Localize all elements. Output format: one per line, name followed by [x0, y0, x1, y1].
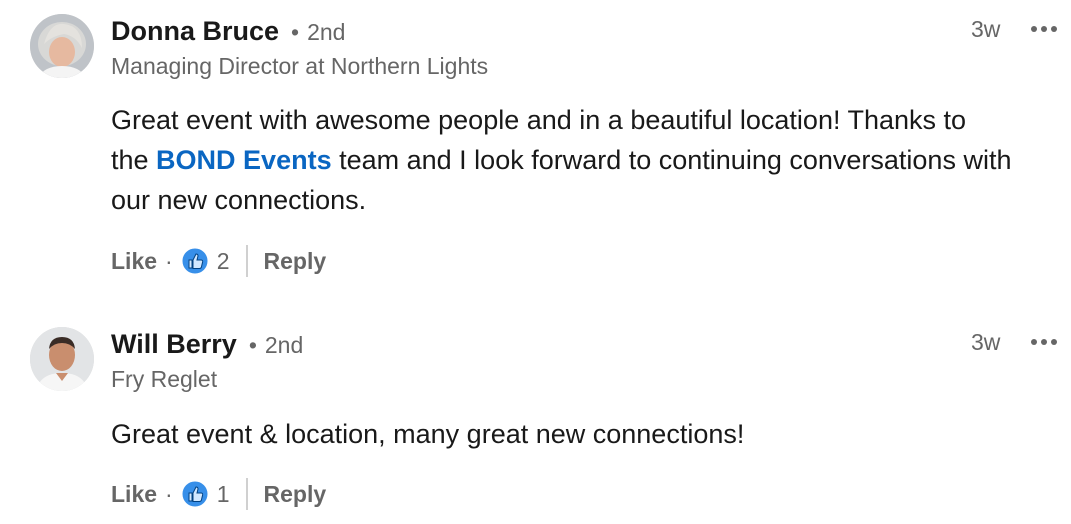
action-separator: ·: [165, 247, 173, 274]
degree-label: 2nd: [307, 19, 346, 45]
avatar-photo: [30, 327, 94, 391]
author-row: Donna Bruce • 2nd: [111, 16, 345, 47]
degree-label: 2nd: [264, 332, 304, 358]
like-button[interactable]: Like: [111, 248, 157, 275]
text-fragment: team and I look forward to continuing co…: [331, 145, 1012, 175]
reply-button[interactable]: Reply: [264, 481, 327, 508]
reaction-count[interactable]: 2: [217, 248, 230, 275]
actions-divider: [245, 478, 248, 510]
comment-text: Great event & location, many great new c…: [111, 414, 1071, 454]
connection-degree: • 2nd: [249, 332, 303, 359]
like-reaction-icon[interactable]: [181, 247, 209, 275]
avatar[interactable]: [30, 14, 94, 78]
mention-link[interactable]: BOND Events: [156, 145, 332, 175]
comment-actions: Like · 1 Reply: [111, 476, 326, 512]
reply-button[interactable]: Reply: [264, 248, 327, 275]
more-options-icon[interactable]: [1029, 18, 1059, 38]
degree-separator: •: [248, 332, 257, 358]
like-reaction-icon[interactable]: [181, 480, 209, 508]
comment-text-line: Great event & location, many great new c…: [111, 419, 745, 449]
author-headline: Managing Director at Northern Lights: [111, 53, 489, 79]
comment-actions: Like · 2 Reply: [111, 243, 326, 279]
reaction-count[interactable]: 1: [217, 481, 230, 508]
comment-time: 3w: [971, 16, 1001, 42]
comment-text-line: our new connections.: [111, 185, 367, 215]
comment-text-line: Great event with awesome people and in a…: [111, 105, 967, 135]
author-row: Will Berry • 2nd: [111, 329, 303, 360]
author-name[interactable]: Will Berry: [111, 329, 237, 360]
text-fragment: the: [111, 145, 157, 175]
author-name[interactable]: Donna Bruce: [111, 16, 279, 47]
action-separator: ·: [165, 480, 173, 507]
comment-text-line: the BOND Events team and I look forward …: [111, 140, 1071, 180]
avatar[interactable]: [30, 327, 94, 391]
avatar-photo: [30, 14, 94, 78]
degree-separator: •: [291, 19, 300, 45]
like-button[interactable]: Like: [111, 481, 157, 508]
author-headline: Fry Reglet: [111, 366, 218, 392]
comment-text: Great event with awesome people and in a…: [111, 100, 1071, 220]
comment-time: 3w: [971, 329, 1001, 355]
connection-degree: • 2nd: [291, 19, 345, 46]
actions-divider: [245, 245, 248, 277]
more-options-icon[interactable]: [1029, 331, 1059, 351]
